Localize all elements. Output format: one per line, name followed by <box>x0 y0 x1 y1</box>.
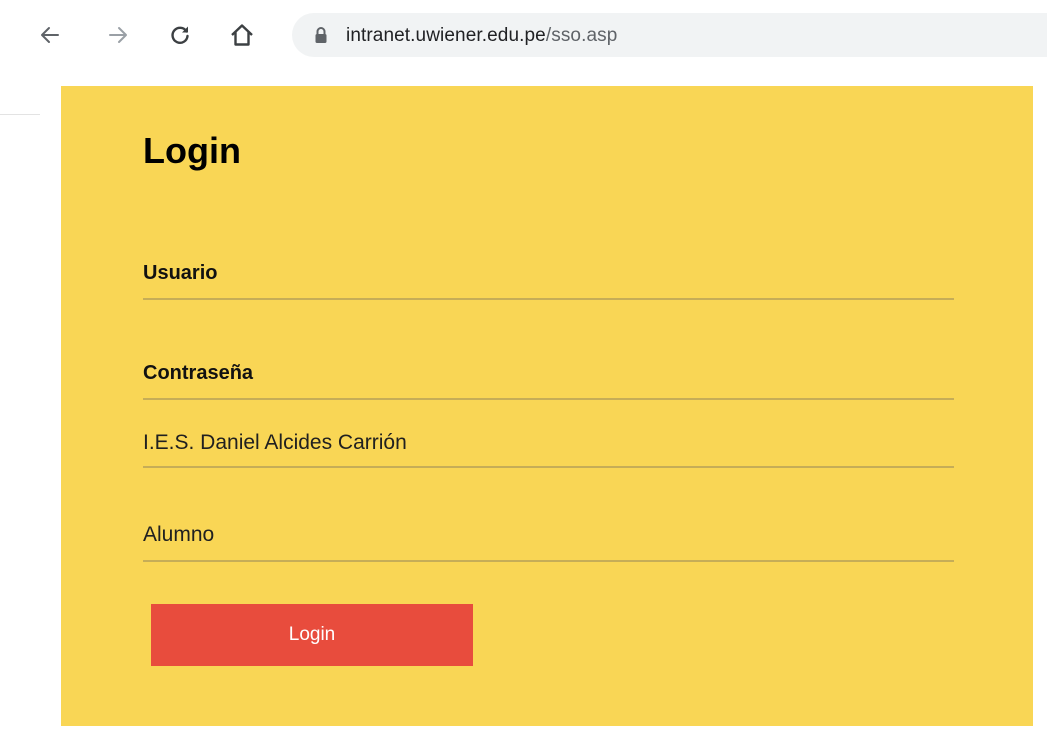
contrasena-field[interactable]: Contraseña <box>143 356 954 400</box>
login-card: Login Usuario Contraseña I.E.S. Daniel A… <box>61 86 1033 726</box>
usuario-label: Usuario <box>143 262 218 284</box>
browser-toolbar: intranet.uwiener.edu.pe/sso.asp <box>0 0 1047 76</box>
home-button[interactable] <box>226 18 258 52</box>
url-path: /sso.asp <box>545 25 618 46</box>
url-host: intranet.uwiener.edu.pe <box>346 25 546 46</box>
lock-icon <box>315 27 327 43</box>
back-arrow-icon <box>41 27 59 43</box>
back-button[interactable] <box>34 18 66 52</box>
institution-select[interactable]: I.E.S. Daniel Alcides Carrión <box>143 416 954 468</box>
reload-button[interactable] <box>164 18 196 52</box>
reload-icon <box>171 26 189 44</box>
role-select[interactable]: Alumno <box>143 511 954 562</box>
contrasena-label: Contraseña <box>143 362 254 384</box>
role-value: Alumno <box>143 523 215 546</box>
institution-value: I.E.S. Daniel Alcides Carrión <box>143 431 407 454</box>
login-title: Login <box>143 130 241 171</box>
home-icon <box>231 24 253 46</box>
address-bar[interactable]: intranet.uwiener.edu.pe/sso.asp <box>292 13 1047 57</box>
divider <box>0 114 40 115</box>
url-text: intranet.uwiener.edu.pe/sso.asp <box>346 25 617 47</box>
forward-arrow-icon <box>109 27 127 43</box>
login-button[interactable]: Login <box>151 604 473 666</box>
forward-button[interactable] <box>102 18 134 52</box>
usuario-field[interactable]: Usuario <box>143 256 954 300</box>
